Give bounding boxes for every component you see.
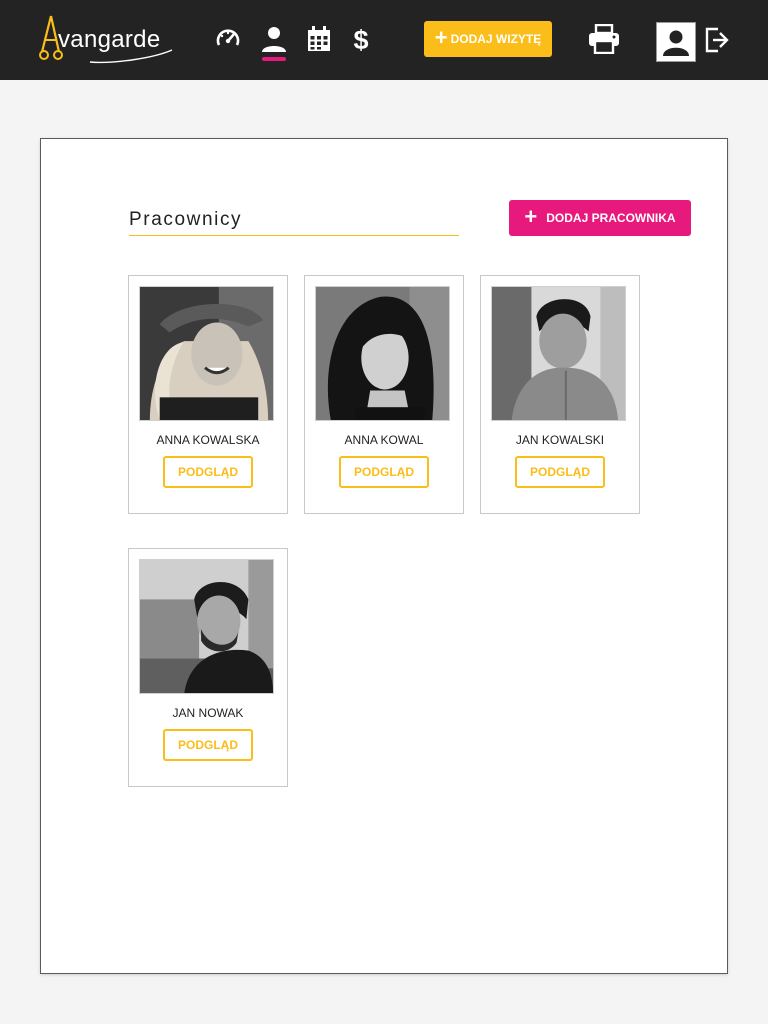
employee-photo[interactable] (139, 286, 274, 421)
logout-icon[interactable] (704, 27, 730, 53)
person-icon[interactable] (261, 26, 287, 52)
add-visit-button[interactable]: + DODAJ WIZYTĘ (424, 21, 552, 57)
nav-active-indicator (262, 57, 286, 61)
employee-photo[interactable] (315, 286, 450, 421)
plus-icon: + (524, 204, 538, 229)
add-employee-button[interactable]: + DODAJ PRACOWNIKA (509, 200, 691, 236)
employee-card: ANNA KOWALSKA PODGLĄD (128, 275, 288, 514)
add-visit-label: DODAJ WIZYTĘ (450, 32, 542, 46)
preview-button[interactable]: PODGLĄD (339, 456, 429, 488)
dollar-icon[interactable]: $ (352, 26, 370, 52)
portrait-image (492, 287, 625, 420)
page-title: Pracownicy (129, 209, 243, 230)
calendar-icon[interactable] (307, 26, 331, 52)
top-bar: vangarde $ + DODAJ WIZYTĘ (0, 0, 768, 80)
account-button[interactable] (656, 22, 696, 62)
employees-panel: Pracownicy + DODAJ PRACOWNIKA ANNA KOWAL… (40, 138, 728, 974)
portrait-image (316, 287, 449, 420)
app-logo[interactable]: vangarde (38, 14, 176, 68)
logo-swoosh (89, 49, 173, 64)
portrait-image (140, 287, 273, 420)
speedometer-icon[interactable] (215, 26, 241, 52)
employee-name: JAN NOWAK (172, 706, 244, 720)
employee-photo[interactable] (491, 286, 626, 421)
svg-text:$: $ (353, 26, 368, 52)
employee-photo[interactable] (139, 559, 274, 694)
plus-icon: + (434, 25, 448, 50)
employee-name: JAN KOWALSKI (515, 433, 605, 447)
employee-name: ANNA KOWALSKA (156, 433, 260, 447)
account-icon (663, 30, 689, 56)
preview-button[interactable]: PODGLĄD (163, 729, 253, 761)
portrait-image (140, 560, 273, 693)
employee-card: ANNA KOWAL PODGLĄD (304, 275, 464, 514)
printer-icon[interactable] (588, 24, 620, 54)
employee-card: JAN NOWAK PODGLĄD (128, 548, 288, 787)
employee-card: JAN KOWALSKI PODGLĄD (480, 275, 640, 514)
employee-name: ANNA KOWAL (344, 433, 424, 447)
preview-button[interactable]: PODGLĄD (163, 456, 253, 488)
title-underline (129, 235, 459, 236)
preview-button[interactable]: PODGLĄD (515, 456, 605, 488)
add-employee-label: DODAJ PRACOWNIKA (546, 211, 676, 225)
